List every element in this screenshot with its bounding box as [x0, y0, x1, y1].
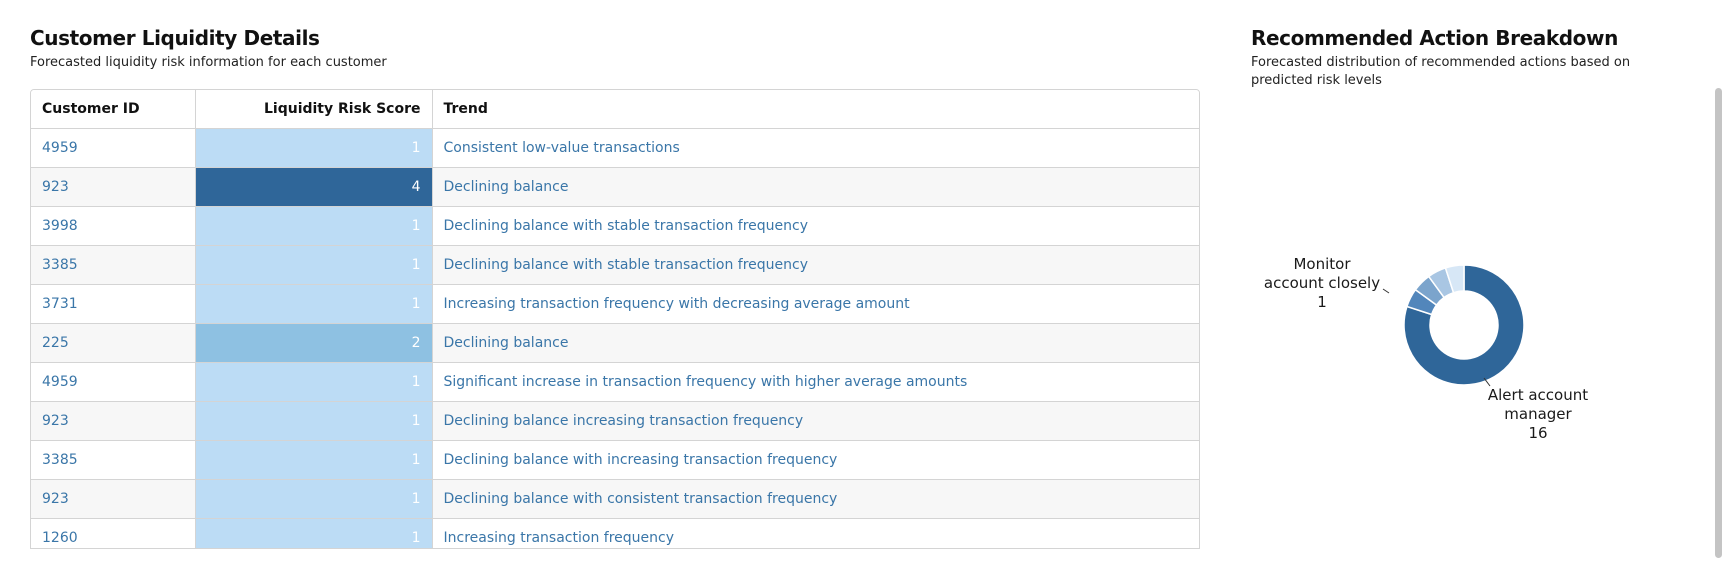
customer-id-cell[interactable]: 3731 — [31, 284, 196, 324]
trend-cell[interactable]: Declining balance with stable transactio… — [432, 206, 1199, 246]
customer-id-cell[interactable]: 4959 — [31, 362, 196, 402]
customer-liquidity-panel: Customer Liquidity Details Forecasted li… — [30, 24, 1198, 72]
table-row: 923 4 Declining balance — [31, 167, 1199, 207]
table-row: 3385 1 Declining balance with increasing t… — [31, 440, 1199, 480]
customer-id-cell[interactable]: 3998 — [31, 206, 196, 246]
donut-data-label: Alert account — [1488, 386, 1588, 404]
liquidity-risk-score-cell: 2 — [195, 323, 433, 363]
leader-line — [1382, 288, 1390, 294]
table-row: 4959 1 Significant increase in transaction… — [31, 362, 1199, 402]
customer-id-cell[interactable]: 3385 — [31, 245, 196, 285]
liquidity-risk-score-cell: 4 — [195, 167, 433, 207]
liquidity-table: Customer ID Liquidity Risk Score Trend 4… — [31, 90, 1199, 548]
liquidity-risk-score-cell: 1 — [195, 245, 433, 285]
liquidity-risk-score-cell: 1 — [195, 440, 433, 480]
customer-id-cell[interactable]: 923 — [31, 479, 196, 519]
trend-cell[interactable]: Declining balance with consistent transa… — [432, 479, 1199, 519]
scrollbar-thumb[interactable] — [1715, 88, 1722, 558]
table-row: 3385 1 Declining balance with stable trans… — [31, 245, 1199, 285]
donut-data-label: Monitor — [1293, 255, 1351, 273]
column-header-trend[interactable]: Trend — [432, 90, 1199, 129]
customer-id-cell[interactable]: 923 — [31, 167, 196, 207]
customer-id-cell[interactable]: 923 — [31, 401, 196, 441]
panel-title: Customer Liquidity Details — [30, 26, 320, 50]
column-header-liquidity-risk-score[interactable]: Liquidity Risk Score — [195, 90, 433, 129]
customer-id-cell[interactable]: 4959 — [31, 128, 196, 168]
table-row: 923 1 Declining balance increasing transac… — [31, 401, 1199, 441]
liquidity-risk-score-cell: 1 — [195, 479, 433, 519]
table-row: 4959 1 Consistent low-value transactions — [31, 128, 1199, 168]
trend-cell[interactable]: Declining balance with stable transactio… — [432, 245, 1199, 285]
panel-subtitle: Forecasted liquidity risk information fo… — [30, 55, 387, 70]
donut-data-label: manager — [1504, 405, 1572, 423]
liquidity-risk-score-cell: 1 — [195, 206, 433, 246]
liquidity-risk-score-cell: 1 — [195, 284, 433, 324]
donut-data-label: account closely — [1264, 274, 1380, 292]
recommended-action-panel: Recommended Action Breakdown Forecasted … — [1251, 24, 1651, 90]
customer-id-cell[interactable]: 1260 — [31, 518, 196, 548]
table-header-row: Customer ID Liquidity Risk Score Trend — [31, 90, 1199, 129]
liquidity-risk-score-cell: 1 — [195, 362, 433, 402]
customer-id-cell[interactable]: 3385 — [31, 440, 196, 480]
table-row: 3998 1 Declining balance with stable trans… — [31, 206, 1199, 246]
table-row: 923 1 Declining balance with consistent tr… — [31, 479, 1199, 519]
trend-cell[interactable]: Increasing transaction frequency with de… — [432, 284, 1199, 324]
liquidity-risk-score-cell: 1 — [195, 128, 433, 168]
table-row: 1260 1 Increasing transaction frequency — [31, 518, 1199, 548]
trend-cell[interactable]: Declining balance increasing transaction… — [432, 401, 1199, 441]
trend-cell[interactable]: Significant increase in transaction freq… — [432, 362, 1199, 402]
table-row: 225 2 Declining balance — [31, 323, 1199, 363]
column-header-customer-id[interactable]: Customer ID — [31, 90, 196, 129]
table-body: 4959 1 Consistent low-value transactions 92… — [31, 128, 1199, 548]
page-scrollbar[interactable] — [1712, 0, 1724, 563]
panel-title: Recommended Action Breakdown — [1251, 26, 1618, 50]
donut-data-label: 1 — [1317, 293, 1327, 311]
table-row: 3731 1 Increasing transaction frequency wi… — [31, 284, 1199, 324]
trend-cell[interactable]: Declining balance — [432, 167, 1199, 207]
liquidity-risk-score-cell: 1 — [195, 401, 433, 441]
panel-subtitle: Forecasted distribution of recommended a… — [1251, 55, 1631, 88]
donut-chart: Monitoraccount closely1 Alert accountmana… — [1264, 255, 1588, 442]
donut-data-label: 16 — [1528, 424, 1547, 442]
trend-cell[interactable]: Increasing transaction frequency — [432, 518, 1199, 548]
trend-cell[interactable]: Declining balance with increasing transa… — [432, 440, 1199, 480]
liquidity-table-container[interactable]: Customer ID Liquidity Risk Score Trend 4… — [30, 89, 1200, 549]
trend-cell[interactable]: Consistent low-value transactions — [432, 128, 1199, 168]
liquidity-risk-score-cell: 1 — [195, 518, 433, 548]
trend-cell[interactable]: Declining balance — [432, 323, 1199, 363]
customer-id-cell[interactable]: 225 — [31, 323, 196, 363]
